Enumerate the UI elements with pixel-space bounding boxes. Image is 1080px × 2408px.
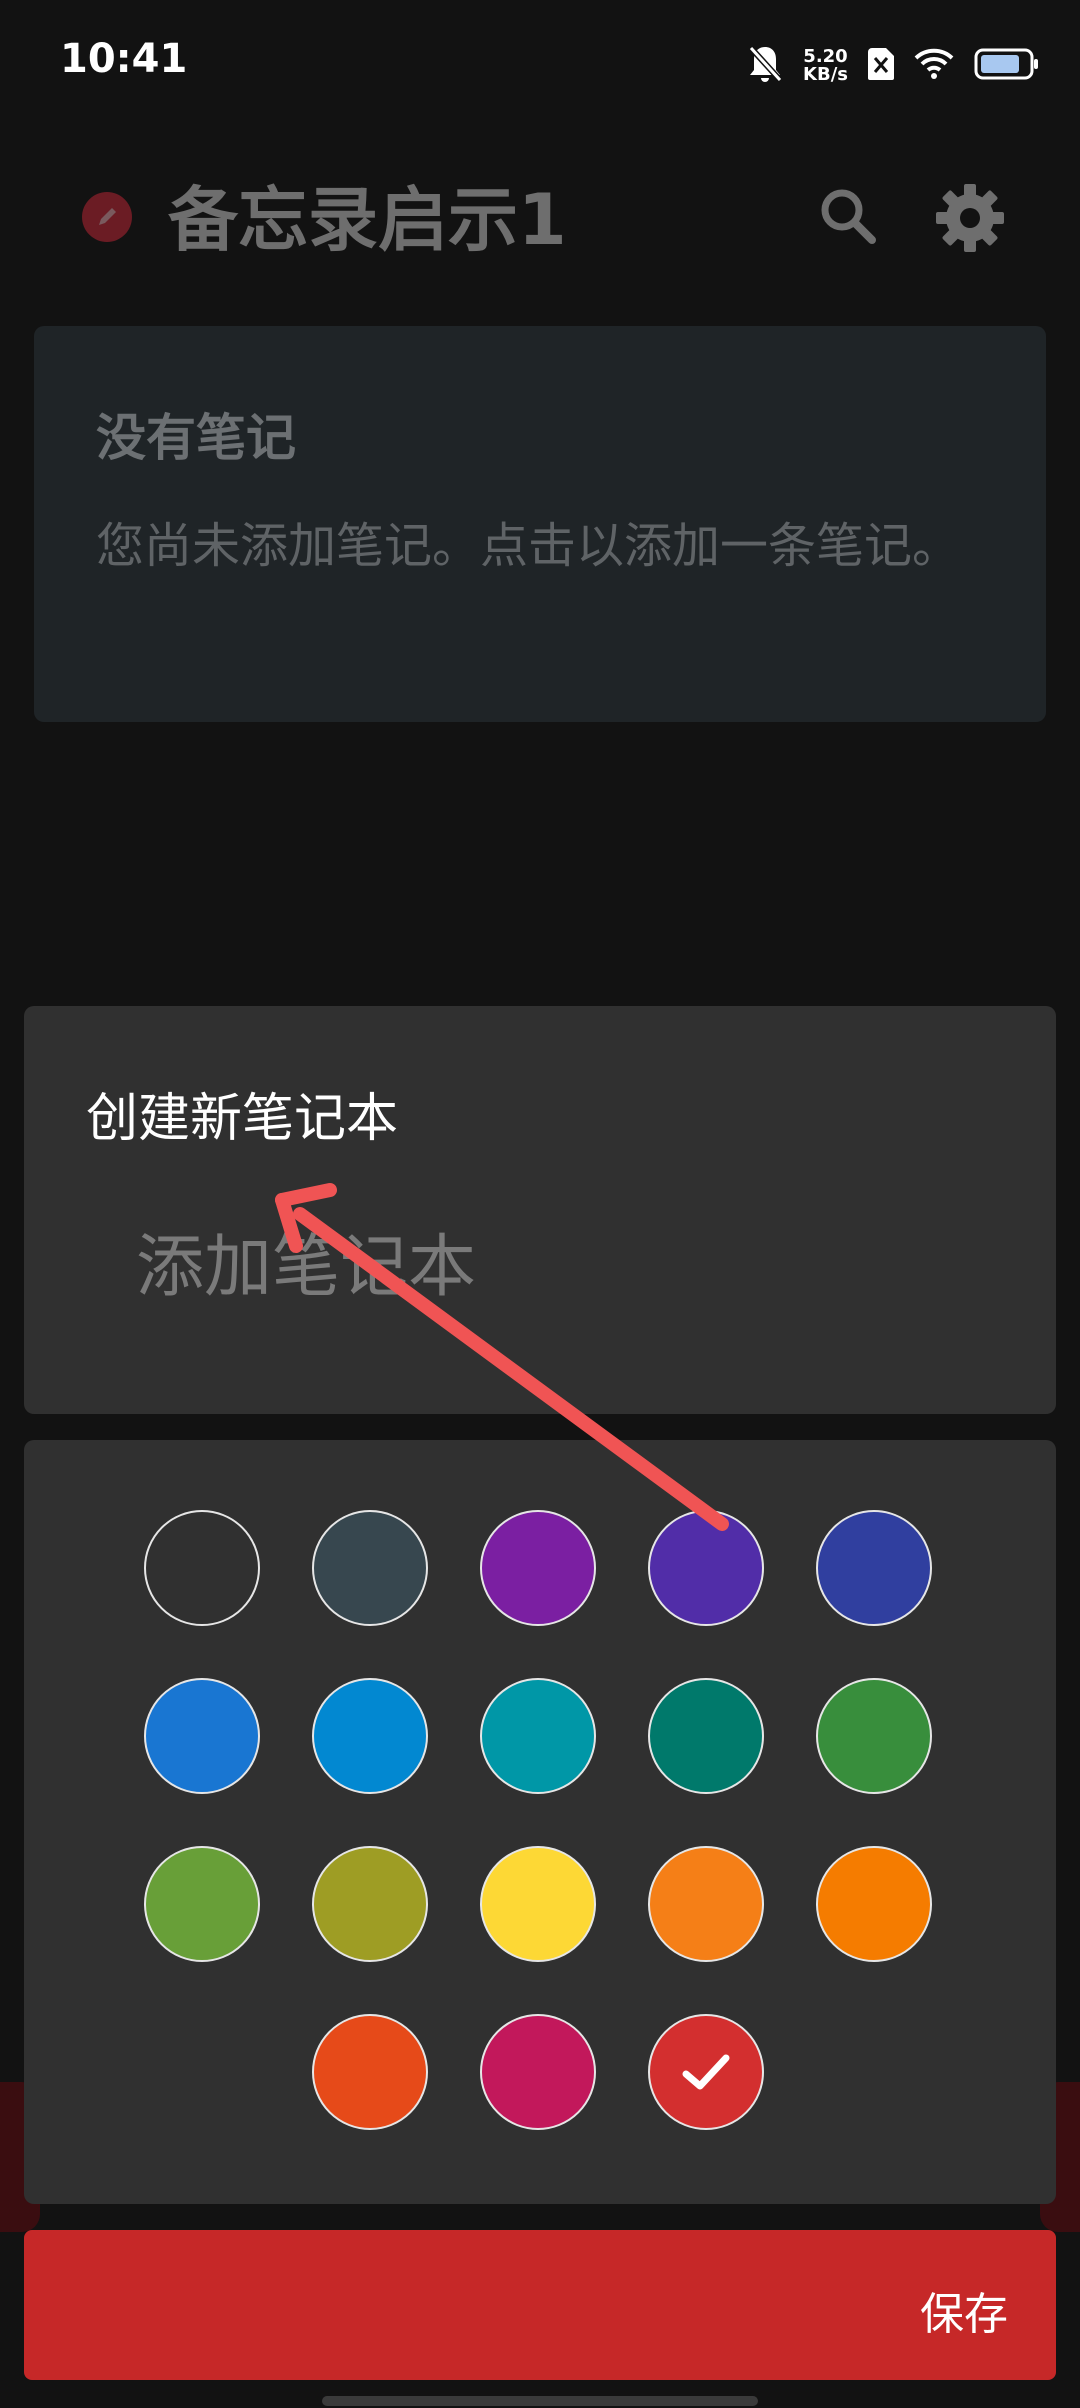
color-swatch[interactable] bbox=[648, 2014, 764, 2130]
search-icon bbox=[821, 189, 876, 244]
color-swatch[interactable] bbox=[144, 1846, 260, 1962]
empty-notes-description: 您尚未添加笔记。点击以添加一条笔记。 bbox=[96, 518, 961, 574]
color-swatch[interactable] bbox=[816, 1678, 932, 1794]
color-swatch[interactable] bbox=[144, 1510, 260, 1626]
color-swatch[interactable] bbox=[816, 1846, 932, 1962]
settings-button[interactable] bbox=[932, 180, 1008, 256]
color-swatch[interactable] bbox=[648, 1510, 764, 1626]
color-swatch[interactable] bbox=[312, 1846, 428, 1962]
gear-icon bbox=[936, 184, 1004, 252]
color-swatch[interactable] bbox=[144, 1678, 260, 1794]
wifi-icon bbox=[914, 48, 954, 84]
empty-notes-card[interactable]: 没有笔记 您尚未添加笔记。点击以添加一条笔记。 bbox=[34, 326, 1046, 722]
screen: 10:41 5.20 KB/s 备忘录启示1 没有笔记 您尚未添加笔记。点击以添… bbox=[0, 0, 1080, 2408]
save-label: 保存 bbox=[920, 2289, 1008, 2340]
notebook-name-input[interactable] bbox=[134, 1206, 998, 1328]
create-notebook-dialog: 创建新笔记本 bbox=[24, 1006, 1056, 1414]
color-swatch[interactable] bbox=[816, 1510, 932, 1626]
color-picker-panel bbox=[24, 1440, 1056, 2204]
status-bar: 10:41 5.20 KB/s bbox=[0, 0, 1080, 128]
search-button[interactable] bbox=[810, 180, 886, 256]
color-swatch[interactable] bbox=[648, 1846, 764, 1962]
sim-off-icon bbox=[868, 48, 894, 84]
color-swatch[interactable] bbox=[312, 1510, 428, 1626]
gesture-bar bbox=[322, 2396, 758, 2406]
color-swatch[interactable] bbox=[480, 1846, 596, 1962]
color-swatch[interactable] bbox=[480, 2014, 596, 2130]
checkmark-icon bbox=[682, 2054, 730, 2090]
color-swatch[interactable] bbox=[480, 1678, 596, 1794]
app-bar: 备忘录启示1 bbox=[0, 128, 1080, 308]
battery-icon bbox=[974, 48, 1040, 84]
save-button[interactable]: 保存 bbox=[24, 2230, 1056, 2380]
net-speed-unit: KB/s bbox=[803, 64, 848, 85]
pencil-icon bbox=[99, 208, 116, 225]
dialog-title: 创建新笔记本 bbox=[86, 1089, 399, 1149]
color-swatch[interactable] bbox=[312, 1678, 428, 1794]
bell-muted-icon bbox=[747, 44, 783, 88]
app-logo bbox=[82, 192, 132, 242]
color-swatch[interactable] bbox=[648, 1678, 764, 1794]
color-swatch[interactable] bbox=[312, 2014, 428, 2130]
color-swatch[interactable] bbox=[480, 1510, 596, 1626]
status-icons: 5.20 KB/s bbox=[747, 36, 1040, 96]
empty-notes-title: 没有笔记 bbox=[96, 409, 296, 467]
net-speed: 5.20 KB/s bbox=[803, 48, 848, 84]
status-time: 10:41 bbox=[60, 36, 188, 82]
app-title: 备忘录启示1 bbox=[168, 179, 567, 261]
